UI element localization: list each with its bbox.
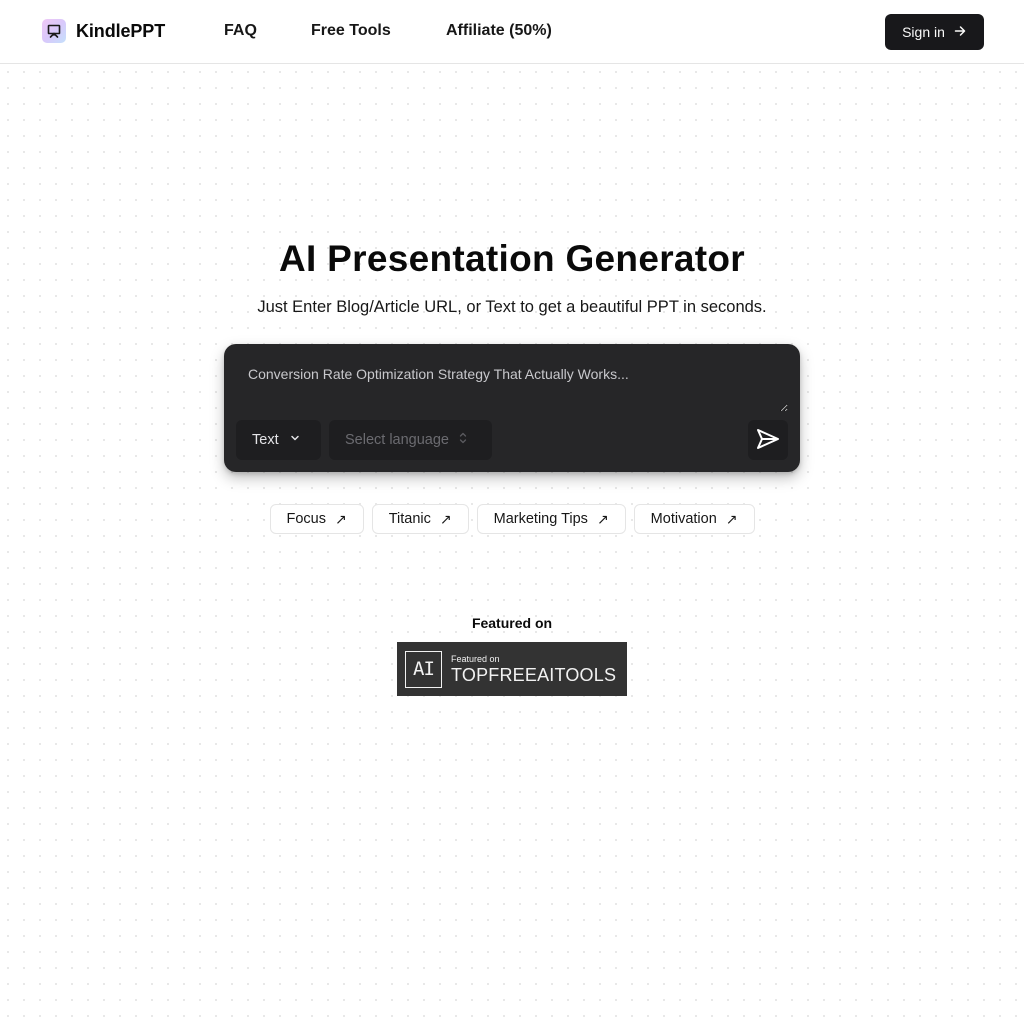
arrow-up-right-icon: ↗: [725, 510, 738, 527]
nav-link-free-tools[interactable]: Free Tools: [311, 22, 391, 40]
badge-text: Featured on TOPFREEAITOOLS: [451, 654, 616, 685]
suggestion-chip-marketing-tips[interactable]: Marketing Tips ↗: [476, 504, 626, 534]
generator-card: Text Select language: [224, 344, 800, 472]
suggestion-chip-focus[interactable]: Focus ↗: [269, 504, 364, 534]
suggestion-label: Focus: [286, 511, 327, 527]
page-subtitle: Just Enter Blog/Article URL, or Text to …: [257, 298, 767, 316]
brand-link[interactable]: KindlePPT: [42, 19, 165, 43]
suggestion-chip-titanic[interactable]: Titanic ↗: [371, 504, 469, 534]
arrow-right-icon: [953, 24, 967, 41]
language-placeholder: Select language: [345, 432, 449, 448]
sign-in-button[interactable]: Sign in: [885, 14, 984, 50]
ai-logo-icon: AI: [405, 650, 442, 688]
topfreeaitools-badge[interactable]: AI Featured on TOPFREEAITOOLS: [397, 642, 627, 696]
arrow-up-right-icon: ↗: [335, 510, 347, 527]
chevrons-up-down-icon: [457, 431, 469, 449]
nav-link-faq[interactable]: FAQ: [224, 22, 257, 40]
input-type-value: Text: [252, 432, 279, 448]
suggestion-label: Marketing Tips: [493, 511, 588, 527]
chevron-down-icon: [289, 432, 301, 448]
site-header: KindlePPT FAQ Free Tools Affiliate (50%)…: [0, 0, 1024, 64]
featured-on-heading: Featured on: [471, 615, 553, 631]
badge-small-text: Featured on: [451, 653, 500, 664]
badge-big-text: TOPFREEAITOOLS: [451, 664, 617, 685]
send-button[interactable]: [748, 420, 788, 460]
arrow-up-right-icon: ↗: [596, 510, 609, 527]
page-title: AI Presentation Generator: [278, 238, 745, 279]
language-select[interactable]: Select language: [329, 420, 492, 460]
input-type-select[interactable]: Text: [236, 420, 321, 460]
presentation-icon: [42, 19, 66, 43]
arrow-up-right-icon: ↗: [439, 510, 452, 527]
send-icon: [756, 428, 780, 453]
suggestion-chip-motivation[interactable]: Motivation ↗: [633, 504, 755, 534]
nav-link-affiliate[interactable]: Affiliate (50%): [446, 22, 552, 40]
brand-name: KindlePPT: [76, 20, 166, 41]
sign-in-label: Sign in: [902, 24, 945, 40]
suggestion-list: Focus ↗ Titanic ↗ Marketing Tips ↗ Motiv…: [0, 504, 1024, 534]
suggestion-label: Motivation: [650, 511, 717, 527]
prompt-input[interactable]: [236, 356, 788, 412]
suggestion-label: Titanic: [388, 511, 431, 527]
